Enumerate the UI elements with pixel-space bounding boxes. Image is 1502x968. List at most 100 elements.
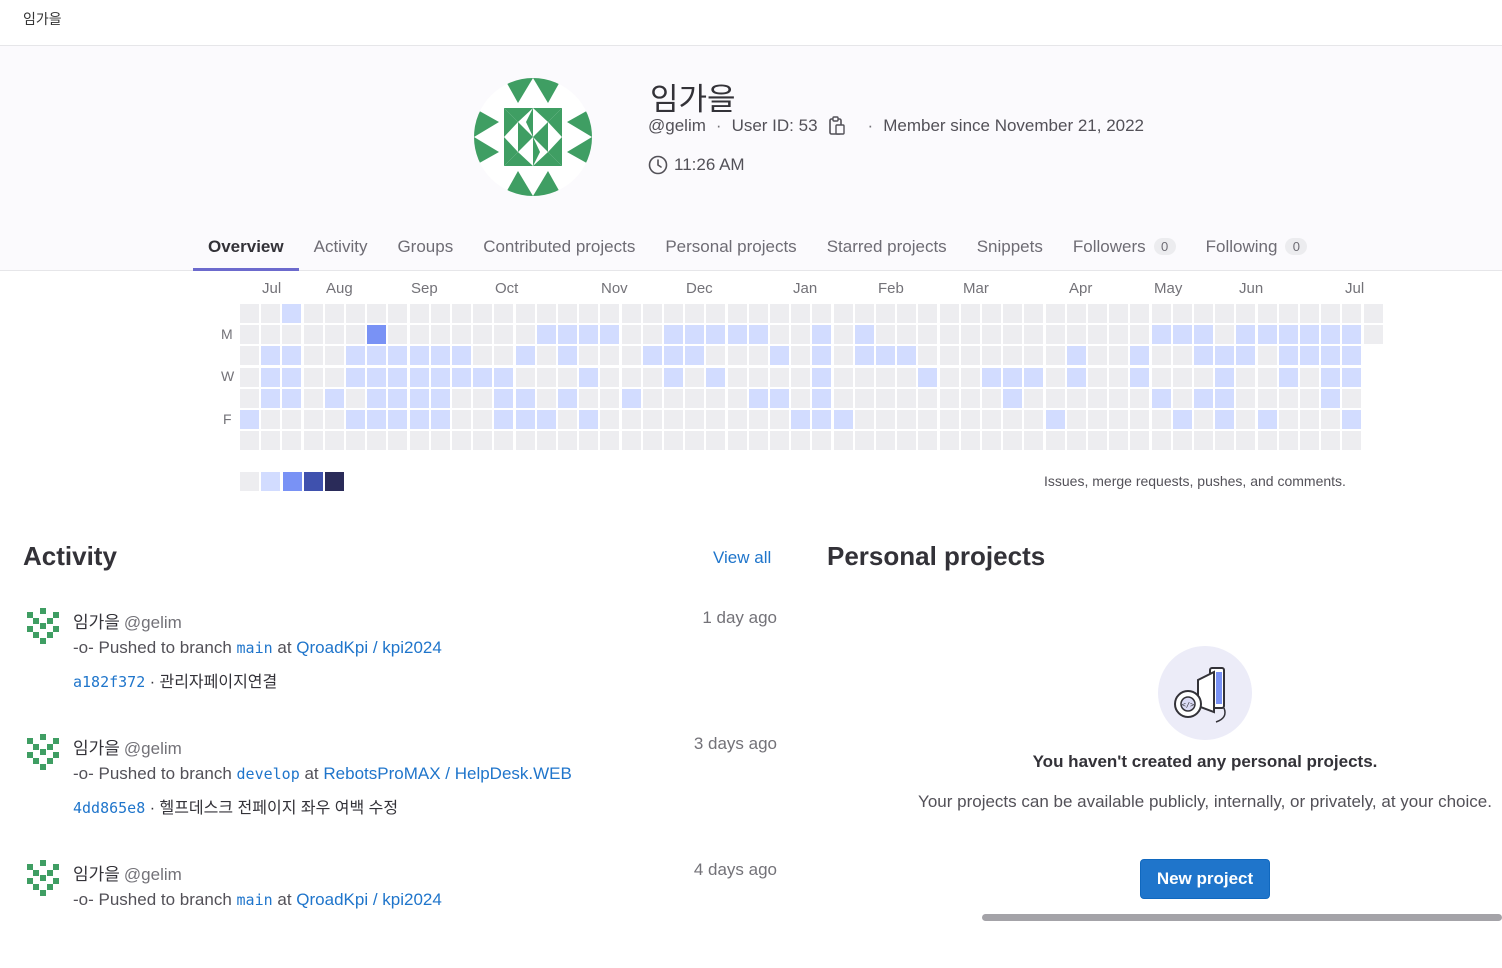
heatmap-day-cell[interactable] <box>367 304 387 323</box>
heatmap-day-cell[interactable] <box>1321 367 1341 387</box>
heatmap-day-cell[interactable] <box>1321 325 1341 345</box>
heatmap-day-cell[interactable] <box>1151 346 1171 366</box>
heatmap-day-cell[interactable] <box>621 431 641 451</box>
heatmap-day-cell[interactable] <box>1300 304 1319 323</box>
heatmap-day-cell[interactable] <box>1151 431 1171 451</box>
heatmap-day-cell[interactable] <box>685 346 705 366</box>
heatmap-day-cell[interactable] <box>452 325 471 345</box>
heatmap-day-cell[interactable] <box>1151 325 1171 345</box>
heatmap-day-cell[interactable] <box>1321 346 1341 366</box>
breadcrumb[interactable]: 임가을 <box>23 9 62 29</box>
heatmap-day-cell[interactable] <box>1363 304 1383 323</box>
heatmap-day-cell[interactable] <box>494 304 514 323</box>
heatmap-day-cell[interactable] <box>770 388 789 408</box>
heatmap-day-cell[interactable] <box>642 304 662 323</box>
heatmap-day-cell[interactable] <box>579 388 599 408</box>
heatmap-day-cell[interactable] <box>685 431 705 451</box>
heatmap-day-cell[interactable] <box>1321 388 1341 408</box>
heatmap-day-cell[interactable] <box>324 410 344 429</box>
heatmap-day-cell[interactable] <box>1236 346 1256 366</box>
heatmap-day-cell[interactable] <box>261 388 281 408</box>
heatmap-day-cell[interactable] <box>388 325 408 345</box>
heatmap-day-cell[interactable] <box>748 431 768 451</box>
heatmap-day-cell[interactable] <box>664 346 683 366</box>
heatmap-day-cell[interactable] <box>1130 431 1150 451</box>
heatmap-day-cell[interactable] <box>558 388 577 408</box>
heatmap-day-cell[interactable] <box>1130 325 1150 345</box>
avatar[interactable] <box>23 732 63 772</box>
heatmap-day-cell[interactable] <box>430 304 450 323</box>
heatmap-day-cell[interactable] <box>282 346 302 366</box>
heatmap-day-cell[interactable] <box>600 431 620 451</box>
heatmap-day-cell[interactable] <box>1045 431 1065 451</box>
heatmap-day-cell[interactable] <box>1045 304 1065 323</box>
heatmap-day-cell[interactable] <box>303 346 323 366</box>
heatmap-day-cell[interactable] <box>1321 304 1341 323</box>
heatmap-day-cell[interactable] <box>1342 388 1362 408</box>
commit-sha-link[interactable]: a182f372 <box>73 673 145 691</box>
heatmap-day-cell[interactable] <box>388 431 408 451</box>
heatmap-day-cell[interactable] <box>558 304 577 323</box>
heatmap-day-cell[interactable] <box>324 325 344 345</box>
tab-contributed-projects[interactable]: Contributed projects <box>468 222 650 271</box>
heatmap-day-cell[interactable] <box>876 325 895 345</box>
heatmap-day-cell[interactable] <box>1151 410 1171 429</box>
heatmap-day-cell[interactable] <box>1215 346 1235 366</box>
heatmap-day-cell[interactable] <box>282 431 302 451</box>
heatmap-day-cell[interactable] <box>642 325 662 345</box>
heatmap-day-cell[interactable] <box>1215 388 1235 408</box>
heatmap-day-cell[interactable] <box>430 431 450 451</box>
heatmap-day-cell[interactable] <box>303 388 323 408</box>
heatmap-day-cell[interactable] <box>367 325 387 345</box>
heatmap-day-cell[interactable] <box>303 410 323 429</box>
heatmap-day-cell[interactable] <box>1194 410 1213 429</box>
heatmap-day-cell[interactable] <box>1300 388 1319 408</box>
heatmap-day-cell[interactable] <box>1130 367 1150 387</box>
heatmap-day-cell[interactable] <box>854 367 874 387</box>
heatmap-day-cell[interactable] <box>982 410 1001 429</box>
heatmap-day-cell[interactable] <box>430 346 450 366</box>
heatmap-day-cell[interactable] <box>876 388 895 408</box>
heatmap-day-cell[interactable] <box>1215 325 1235 345</box>
avatar[interactable] <box>23 606 63 646</box>
heatmap-day-cell[interactable] <box>367 388 387 408</box>
heatmap-day-cell[interactable] <box>791 367 811 387</box>
heatmap-day-cell[interactable] <box>621 346 641 366</box>
heatmap-day-cell[interactable] <box>1109 325 1129 345</box>
heatmap-day-cell[interactable] <box>748 367 768 387</box>
heatmap-day-cell[interactable] <box>854 431 874 451</box>
heatmap-day-cell[interactable] <box>854 304 874 323</box>
heatmap-day-cell[interactable] <box>515 346 535 366</box>
heatmap-day-cell[interactable] <box>452 304 471 323</box>
heatmap-day-cell[interactable] <box>982 325 1001 345</box>
heatmap-day-cell[interactable] <box>1278 346 1298 366</box>
heatmap-day-cell[interactable] <box>706 388 726 408</box>
heatmap-day-cell[interactable] <box>685 388 705 408</box>
heatmap-day-cell[interactable] <box>388 410 408 429</box>
heatmap-day-cell[interactable] <box>1088 431 1107 451</box>
heatmap-day-cell[interactable] <box>388 367 408 387</box>
heatmap-day-cell[interactable] <box>939 388 959 408</box>
heatmap-day-cell[interactable] <box>1130 388 1150 408</box>
heatmap-day-cell[interactable] <box>303 367 323 387</box>
project-link[interactable]: QroadKpi / kpi2024 <box>296 890 442 909</box>
heatmap-day-cell[interactable] <box>812 325 832 345</box>
heatmap-day-cell[interactable] <box>1088 388 1107 408</box>
heatmap-day-cell[interactable] <box>1130 410 1150 429</box>
heatmap-day-cell[interactable] <box>1045 346 1065 366</box>
heatmap-day-cell[interactable] <box>854 410 874 429</box>
heatmap-day-cell[interactable] <box>579 304 599 323</box>
heatmap-day-cell[interactable] <box>494 388 514 408</box>
heatmap-day-cell[interactable] <box>1236 367 1256 387</box>
view-all-link[interactable]: View all <box>713 548 771 568</box>
heatmap-day-cell[interactable] <box>812 346 832 366</box>
heatmap-day-cell[interactable] <box>282 325 302 345</box>
heatmap-day-cell[interactable] <box>579 346 599 366</box>
heatmap-day-cell[interactable] <box>388 388 408 408</box>
heatmap-day-cell[interactable] <box>1088 410 1107 429</box>
heatmap-day-cell[interactable] <box>812 410 832 429</box>
heatmap-day-cell[interactable] <box>1066 346 1086 366</box>
heatmap-day-cell[interactable] <box>727 431 747 451</box>
heatmap-day-cell[interactable] <box>1363 325 1383 345</box>
heatmap-day-cell[interactable] <box>748 325 768 345</box>
